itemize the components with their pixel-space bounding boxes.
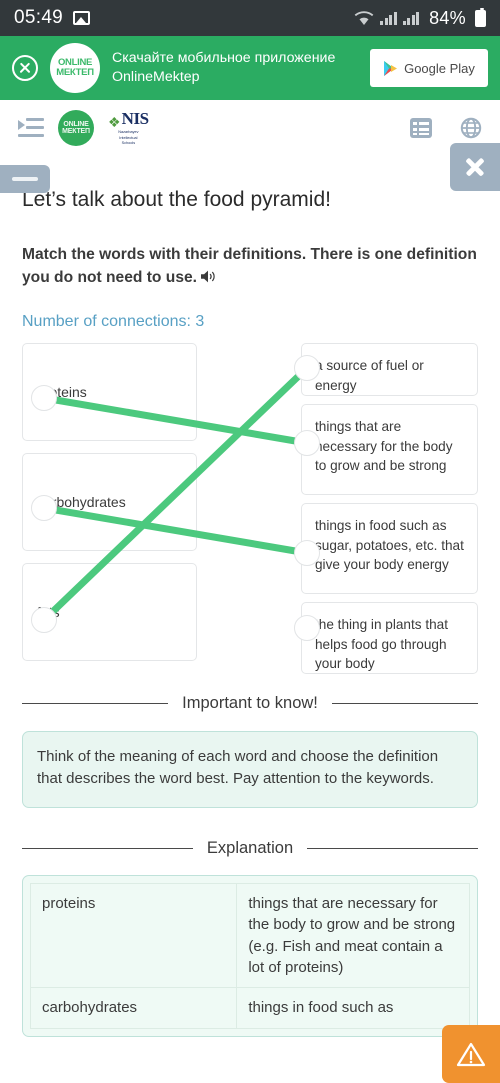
app-promo-banner: ONLINE МЕКТЕП Скачайте мобильное приложе…: [0, 36, 500, 100]
drag-handle-icon: [12, 177, 38, 181]
image-icon: [73, 11, 91, 25]
google-play-label: Google Play: [404, 60, 475, 76]
report-problem-button[interactable]: [442, 1025, 500, 1083]
battery-icon: [475, 7, 486, 27]
signal-bars-icon-2: [402, 11, 420, 25]
explanation-word: carbohydrates: [29, 987, 238, 1029]
status-time: 05:49: [14, 7, 64, 28]
table-row: carbohydrates things in food such as: [29, 987, 470, 1029]
promo-text: Скачайте мобильное приложение OnlineMekt…: [112, 49, 358, 86]
important-heading: Important to know!: [182, 694, 318, 713]
explanation-heading: Explanation: [206, 838, 294, 857]
explanation-heading-row: Explanation: [22, 838, 479, 859]
divider-left: [22, 847, 193, 849]
google-play-icon: [384, 60, 398, 76]
list-view-icon[interactable]: [410, 118, 432, 138]
important-heading-row: Important to know!: [22, 693, 479, 714]
status-indicators: 84%: [354, 7, 486, 29]
status-bar: 05:49 84%: [0, 0, 500, 36]
google-play-button[interactable]: Google Play: [370, 49, 488, 87]
onlinemektep-logo: ONLINE МЕКТЕП: [50, 43, 100, 93]
onlinemektep-nav-logo[interactable]: ONLINE МЕКТЕП: [58, 110, 94, 146]
explanation-card: proteins things that are necessary for t…: [22, 875, 478, 1037]
important-body: Think of the meaning of each word and ch…: [37, 747, 439, 788]
explanation-table: proteins things that are necessary for t…: [29, 883, 470, 1029]
nis-logo[interactable]: ❖ NIS Nazarbayev Intellectual Schools: [108, 109, 149, 147]
close-x-icon: [464, 156, 486, 178]
nis-logo-word: NIS: [121, 109, 150, 129]
promo-logo-line2: МЕКТЕП: [56, 67, 94, 78]
app-navbar: ONLINE МЕКТЕП ❖ NIS Nazarbayev Intellect…: [0, 100, 500, 156]
navbar-actions: [410, 117, 482, 139]
leaf-icon: ❖: [108, 114, 121, 131]
nav-logo-line2: МЕКТЕП: [62, 128, 90, 135]
promo-text-line1: Скачайте мобильное приложение: [112, 50, 336, 67]
divider-right: [307, 847, 479, 849]
matching-widget: proteins carbohydrates fats a source of …: [22, 343, 478, 675]
connection-lines: [40, 364, 311, 624]
lesson-content: Let’s talk about the food pyramid! Match…: [0, 188, 500, 1037]
nis-sub-line3: Schools: [121, 141, 136, 146]
page-title: Let’s talk about the food pyramid!: [22, 188, 331, 211]
speaker-icon[interactable]: [200, 269, 217, 292]
nis-sub-line1: Nazarbayev: [118, 130, 139, 135]
battery-percent: 84%: [429, 7, 466, 28]
nis-logo-subtitle: Nazarbayev Intellectual Schools: [118, 130, 138, 147]
task-instruction-text: Match the words with their definitions. …: [22, 246, 477, 286]
task-instruction: Match the words with their definitions. …: [22, 244, 478, 291]
explanation-word: proteins: [29, 883, 238, 989]
divider-right: [331, 703, 479, 705]
signal-bars-icon: [380, 11, 397, 25]
wifi-icon: [354, 10, 374, 26]
app-screen: 05:49 84% ONLINE МЕКТЕП Скачайте мобильн…: [0, 0, 500, 1083]
connection-line-2: [40, 504, 311, 557]
explanation-definition: things in food such as: [236, 987, 470, 1029]
nav-logo-line1: ONLINE: [63, 120, 89, 128]
indent-menu-icon[interactable]: [18, 118, 44, 138]
divider-left: [22, 703, 169, 705]
promo-text-line2: OnlineMektep: [112, 69, 200, 85]
drag-handle[interactable]: [0, 165, 50, 193]
globe-icon[interactable]: [460, 117, 482, 139]
important-card: Think of the meaning of each word and ch…: [22, 730, 478, 808]
warning-triangle-icon: [456, 1042, 486, 1066]
table-row: proteins things that are necessary for t…: [29, 883, 470, 989]
close-lesson-button[interactable]: [450, 143, 500, 191]
explanation-definition: things that are necessary for the body t…: [236, 883, 470, 989]
connections-counter: Number of connections: 3: [22, 313, 205, 331]
close-promo-button[interactable]: [12, 55, 38, 81]
